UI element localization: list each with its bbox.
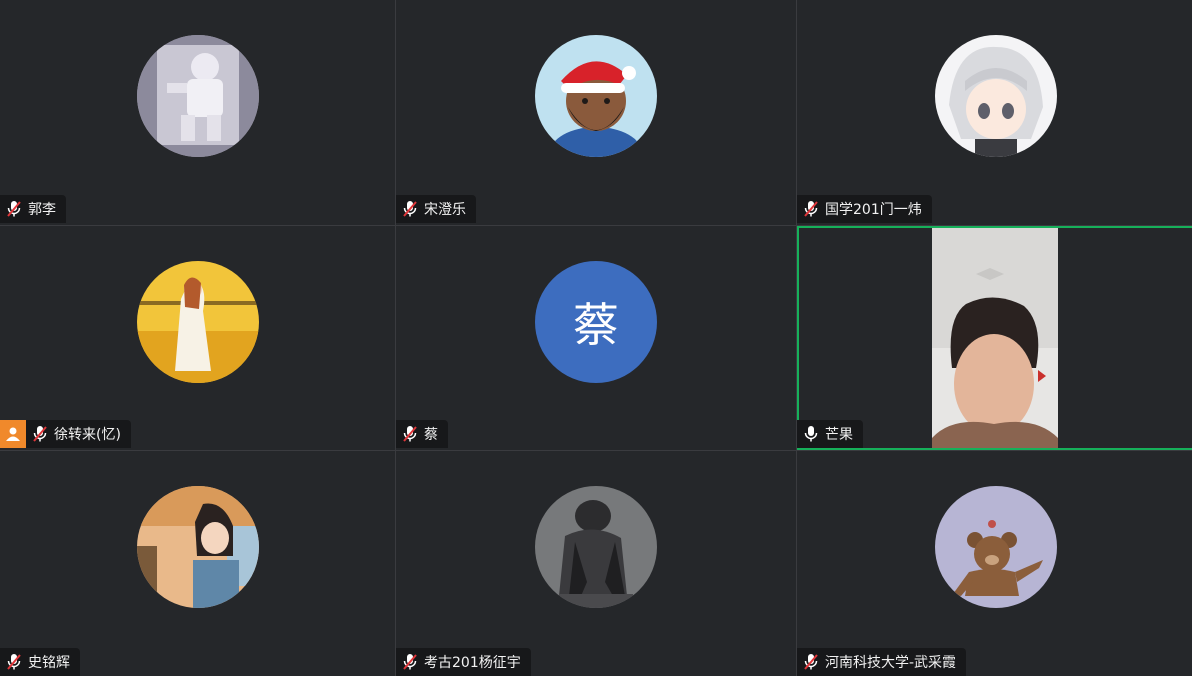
participant-name: 宋澄乐 (424, 202, 466, 218)
participant-name: 国学201门一炜 (825, 202, 922, 218)
mic-muted-icon[interactable] (402, 200, 418, 218)
participant-tile[interactable]: 河南科技大学-武采霞 (797, 451, 1192, 676)
video-feed (932, 228, 1058, 448)
participant-name: 芒果 (825, 427, 853, 443)
mic-muted-icon[interactable] (6, 200, 22, 218)
participant-name: 徐转来(忆) (54, 427, 121, 443)
nameplate: 国学201门一炜 (797, 195, 932, 223)
participant-tile-active-speaker[interactable]: 芒果 (797, 226, 1192, 450)
nameplate: 史铭辉 (0, 648, 80, 676)
nameplate: 徐转来(忆) (0, 420, 131, 448)
participant-tile[interactable]: 郭李 (0, 0, 395, 225)
nameplate: 芒果 (797, 420, 863, 448)
nameplate: 蔡 (396, 420, 448, 448)
participant-name: 考古201杨征宇 (424, 655, 521, 671)
video-grid: 郭李 宋澄乐 国学201门一炜 徐转来(忆) 蔡 蔡 芒果 史铭辉 考古201杨… (0, 0, 1192, 676)
mic-muted-icon[interactable] (6, 653, 22, 671)
santa-cartoon-avatar (535, 35, 657, 157)
anime-girl-avatar (934, 35, 1057, 157)
participant-name: 史铭辉 (28, 655, 70, 671)
teddy-bear-avatar (934, 486, 1057, 608)
sculpture-avatar (535, 486, 657, 608)
mic-muted-icon[interactable] (803, 653, 819, 671)
participant-tile[interactable]: 史铭辉 (0, 451, 395, 676)
host-icon (0, 420, 26, 448)
participant-tile[interactable]: 徐转来(忆) (0, 226, 395, 450)
participant-name: 蔡 (424, 427, 438, 443)
mic-muted-icon[interactable] (803, 200, 819, 218)
cartoon-girl-avatar (136, 486, 259, 608)
nameplate: 郭李 (0, 195, 66, 223)
mic-muted-icon[interactable] (402, 425, 418, 443)
girl-in-field-avatar (136, 261, 259, 383)
nameplate: 考古201杨征宇 (396, 648, 531, 676)
participant-tile[interactable]: 蔡 蔡 (396, 226, 796, 450)
participant-name: 河南科技大学-武采霞 (825, 655, 957, 671)
nameplate: 河南科技大学-武采霞 (797, 648, 967, 676)
participant-name: 郭李 (28, 202, 56, 218)
mic-muted-icon[interactable] (32, 425, 48, 443)
participant-tile[interactable]: 考古201杨征宇 (396, 451, 796, 676)
participant-tile[interactable]: 国学201门一炜 (797, 0, 1192, 225)
participant-tile[interactable]: 宋澄乐 (396, 0, 796, 225)
mic-muted-icon[interactable] (402, 653, 418, 671)
astronaut-avatar (136, 35, 259, 157)
letter-avatar: 蔡 (535, 261, 657, 383)
nameplate: 宋澄乐 (396, 195, 476, 223)
mic-on-icon[interactable] (803, 425, 819, 443)
